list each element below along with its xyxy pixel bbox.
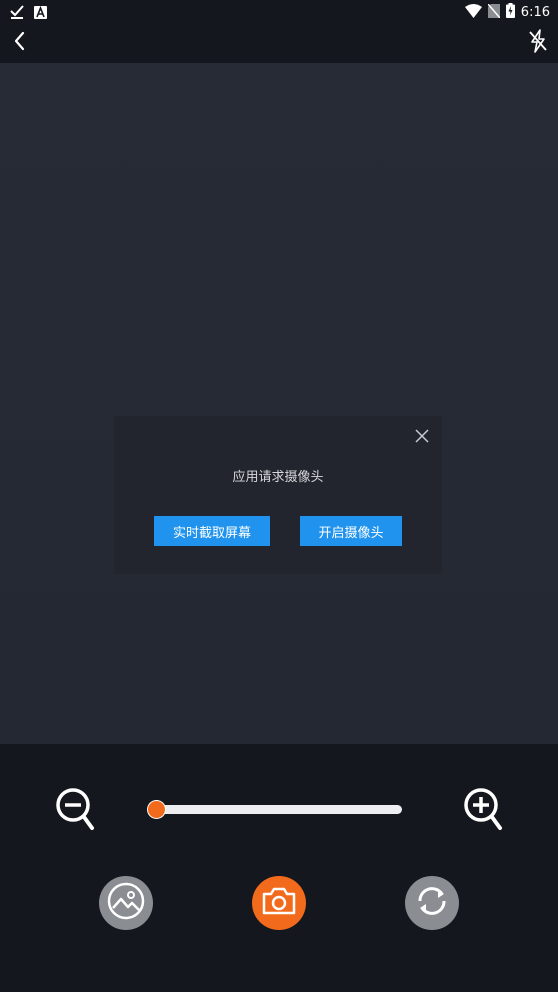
flash-off-icon <box>528 29 548 57</box>
status-right: 6:16 <box>464 3 550 22</box>
no-sim-icon <box>487 3 501 22</box>
switch-camera-button[interactable] <box>405 876 459 930</box>
zoom-slider-thumb[interactable] <box>148 801 165 818</box>
zoom-in-icon <box>460 788 504 838</box>
screen-capture-button[interactable]: 实时截取屏幕 <box>154 516 270 546</box>
zoom-out-button[interactable] <box>54 786 98 834</box>
dialog-message: 应用请求摄像头 <box>232 470 324 485</box>
camera-icon <box>261 886 297 920</box>
status-bar: 6:16 <box>0 0 558 24</box>
close-icon <box>415 428 429 447</box>
flash-toggle-button[interactable] <box>526 29 550 57</box>
open-camera-button[interactable]: 开启摄像头 <box>300 516 402 546</box>
chevron-left-icon <box>13 31 27 55</box>
zoom-out-icon <box>54 788 98 838</box>
switch-camera-icon <box>412 881 452 925</box>
battery-charging-icon <box>505 3 515 22</box>
zoom-in-button[interactable] <box>460 786 504 834</box>
a-notification-icon <box>34 4 47 23</box>
image-icon <box>106 881 146 925</box>
camera-preview <box>0 63 558 744</box>
zoom-slider[interactable] <box>148 801 402 818</box>
camera-controls <box>0 744 558 992</box>
gallery-button[interactable] <box>99 876 153 930</box>
camera-request-dialog: 应用请求摄像头 实时截取屏幕 开启摄像头 <box>114 416 442 574</box>
wifi-icon <box>464 3 482 22</box>
dialog-close-button[interactable] <box>412 427 432 447</box>
back-button[interactable] <box>8 30 32 56</box>
status-left <box>10 4 47 23</box>
status-time: 6:16 <box>520 4 550 20</box>
check-notification-icon <box>10 4 24 23</box>
shutter-button[interactable] <box>252 876 306 930</box>
top-bar <box>0 24 558 63</box>
